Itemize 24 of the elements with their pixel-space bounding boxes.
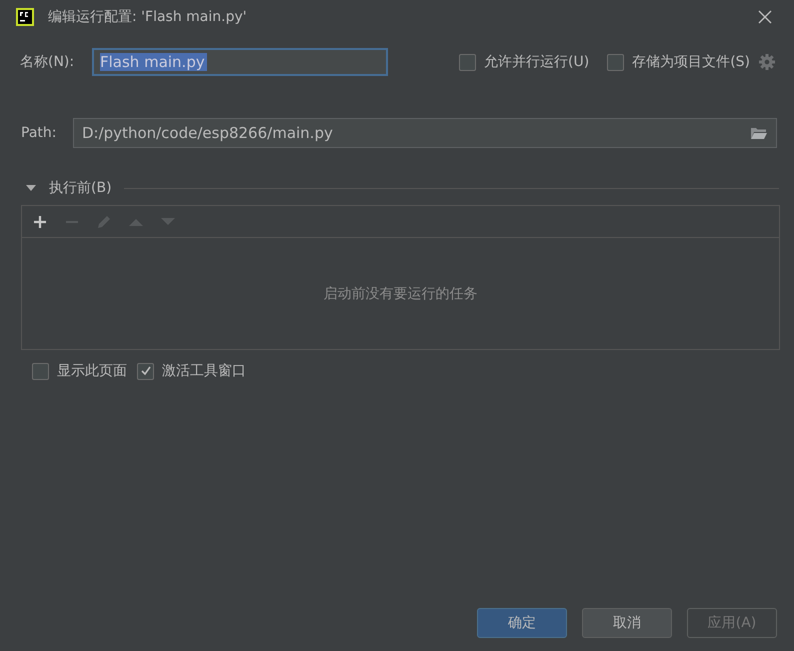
app-logo-icon <box>16 8 34 26</box>
path-value: D:/python/code/esp8266/main.py <box>82 124 333 142</box>
dialog-button[interactable]: 取消 <box>582 608 672 638</box>
path-label: Path: <box>21 125 58 141</box>
checkbox-label: 激活工具窗口 <box>162 362 246 380</box>
check-icon <box>140 365 152 377</box>
checkbox[interactable] <box>459 54 476 70</box>
close-icon[interactable] <box>758 10 772 24</box>
checkbox[interactable] <box>137 362 154 380</box>
section-title: 执行前(B) <box>49 179 112 197</box>
folder-icon[interactable] <box>750 126 768 140</box>
checkbox-label: 显示此页面 <box>57 362 127 380</box>
name-value: Flash main.py <box>100 53 207 71</box>
empty-message: 启动前没有要运行的任务 <box>324 284 478 302</box>
name-field[interactable]: Flash main.py <box>92 48 388 76</box>
checkbox-label: 存储为项目文件(S) <box>632 53 750 71</box>
path-field[interactable]: D:/python/code/esp8266/main.py <box>73 118 777 148</box>
checkbox[interactable] <box>607 54 624 70</box>
name-label: 名称(N): <box>20 53 76 71</box>
window-title: 编辑运行配置: 'Flash main.py' <box>48 8 248 26</box>
checkbox[interactable] <box>32 362 49 380</box>
ok-button[interactable]: 确定 <box>477 608 567 638</box>
add-icon[interactable] <box>32 214 48 230</box>
checkbox-label: 允许并行运行(U) <box>484 53 590 71</box>
